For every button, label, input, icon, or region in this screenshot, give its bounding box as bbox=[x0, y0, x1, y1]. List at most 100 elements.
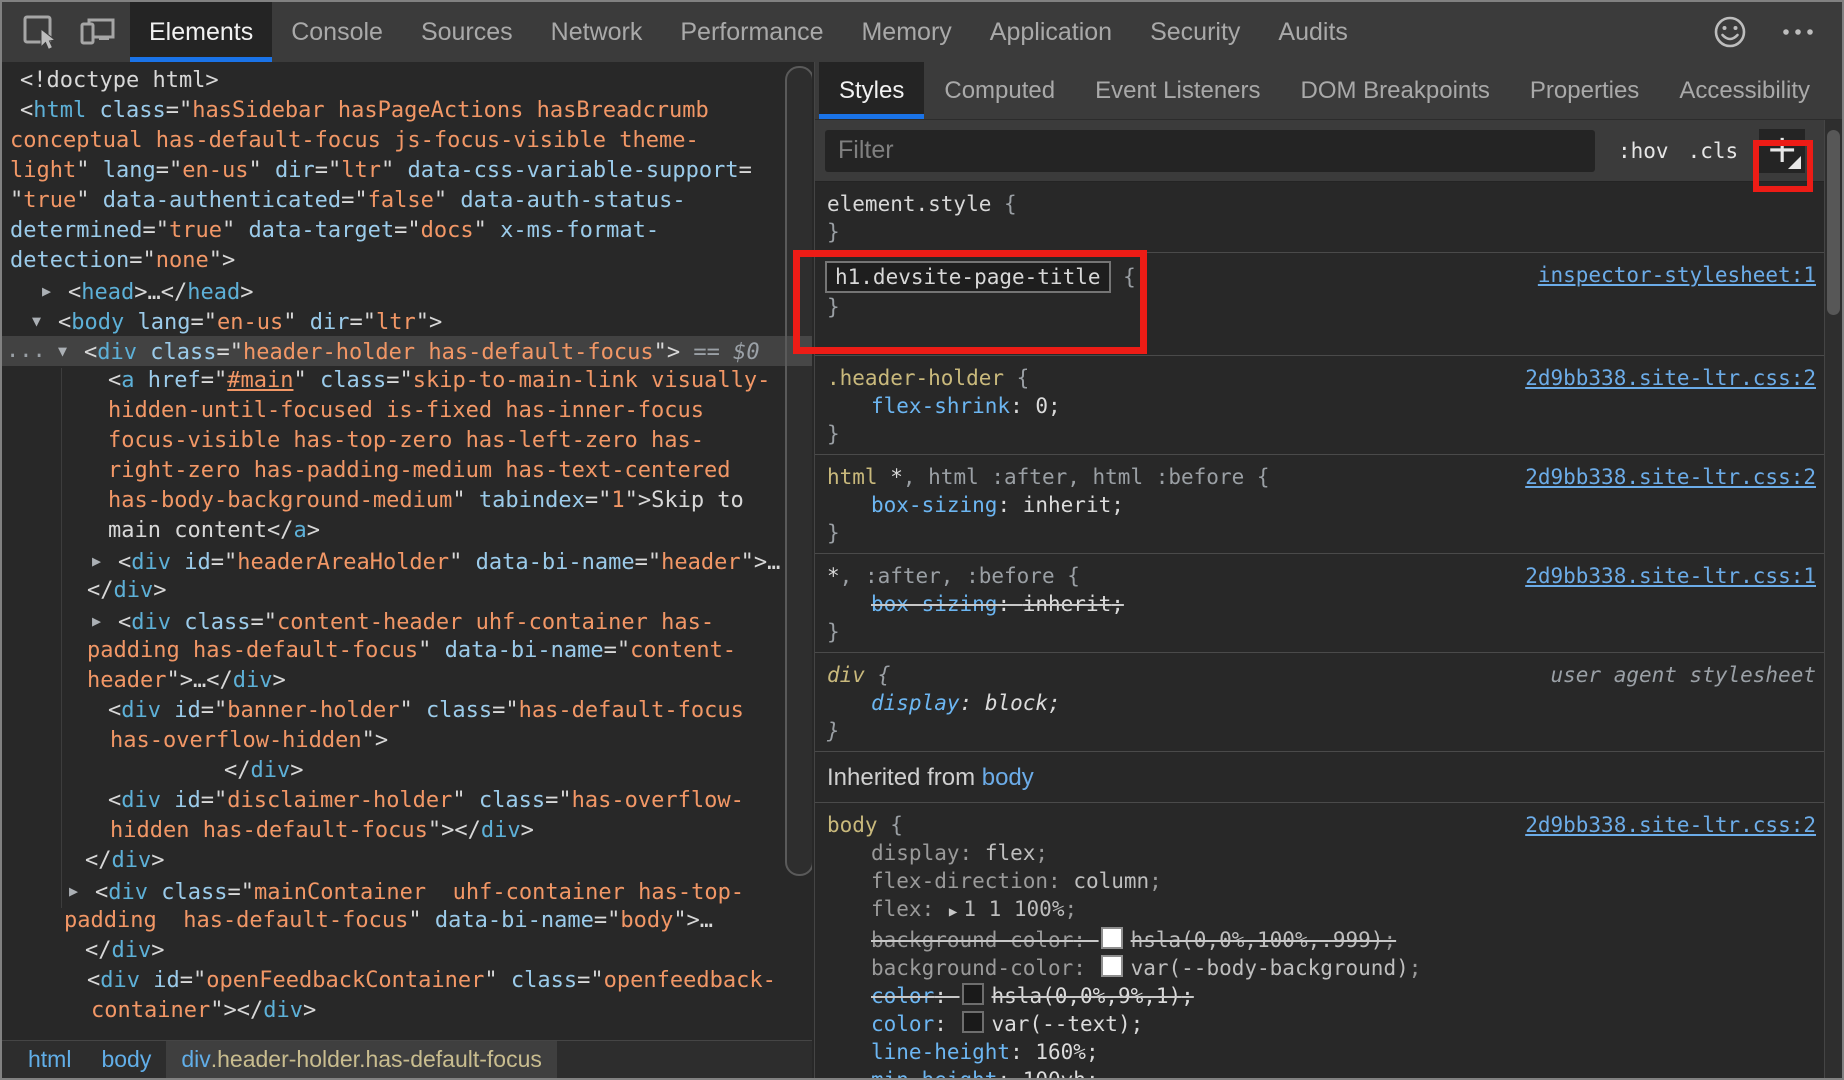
color-swatch[interactable] bbox=[961, 983, 984, 1005]
hidden-elements-marker[interactable]: ... bbox=[6, 336, 46, 366]
styles-tab-accessibility[interactable]: Accessibility bbox=[1659, 62, 1830, 119]
css-property[interactable]: box-sizing: inherit; bbox=[827, 590, 1824, 618]
feedback-smiley-icon[interactable] bbox=[1708, 10, 1752, 54]
dom-tree-line[interactable]: ▶ <div id="headerAreaHolder" data-bi-name… bbox=[2, 546, 812, 576]
div-user-agent-rule: user agent stylesheet div {display: block… bbox=[815, 653, 1824, 752]
dom-tree-line[interactable]: <div id="banner-holder" class="has-defau… bbox=[2, 696, 812, 726]
dom-tree-line[interactable]: hidden has-default-focus"></div> bbox=[2, 816, 812, 846]
inspect-icon[interactable] bbox=[18, 10, 62, 54]
stylesheet-link[interactable]: inspector-stylesheet:1 bbox=[1538, 261, 1816, 289]
breadcrumb-bar: html body div .header-holder.has-default-fo… bbox=[2, 1040, 812, 1078]
selector-edit-box[interactable]: h1.devsite-page-title bbox=[825, 261, 1111, 293]
dom-tree-line[interactable]: main content</a> bbox=[2, 516, 812, 546]
rule-close-brace: } bbox=[827, 719, 840, 743]
dom-tree-line[interactable]: detection="none"> bbox=[2, 246, 812, 276]
tab-sources[interactable]: Sources bbox=[402, 2, 532, 62]
breadcrumb-item[interactable]: body bbox=[86, 1041, 166, 1078]
dom-tree-line[interactable]: hidden-until-focused is-fixed has-inner-… bbox=[2, 396, 812, 426]
css-property[interactable]: color: var(--text); bbox=[827, 1010, 1824, 1038]
rule-close-brace: } bbox=[827, 220, 840, 244]
styles-scrollbar-thumb[interactable] bbox=[1827, 130, 1840, 315]
css-property[interactable]: display: flex; bbox=[827, 839, 1824, 867]
color-swatch[interactable] bbox=[1100, 955, 1123, 977]
rule-selector[interactable]: element.style { bbox=[827, 190, 1824, 218]
dom-tree-line[interactable]: conceptual has-default-focus js-focus-vi… bbox=[2, 126, 812, 156]
stylesheet-link[interactable]: 2d9bb338.site-ltr.css:2 bbox=[1525, 463, 1816, 491]
h1-devsite-page-title-rule: inspector-stylesheet:1 h1.devsite-page-ti… bbox=[815, 253, 1824, 356]
tab-memory[interactable]: Memory bbox=[842, 2, 970, 62]
css-property[interactable]: flex-shrink: 0; bbox=[827, 392, 1824, 420]
dom-tree-line[interactable]: "true" data-authenticated="false" data-a… bbox=[2, 186, 812, 216]
dom-tree-line[interactable]: ▶ <div class="mainContainer uhf-container… bbox=[2, 876, 812, 906]
css-property[interactable]: flex: ▶ 1 1 100%; bbox=[827, 895, 1824, 926]
tab-elements[interactable]: Elements bbox=[130, 2, 273, 62]
styles-tab-properties[interactable]: Properties bbox=[1510, 62, 1659, 119]
device-toolbar-icon[interactable] bbox=[76, 10, 120, 54]
dom-tree-line[interactable]: ▶ <div class="content-header uhf-containe… bbox=[2, 606, 812, 636]
dom-tree-line[interactable]: right-zero has-padding-medium has-text-c… bbox=[2, 456, 812, 486]
dom-tree-line-selected[interactable]: ... ▼ <div class="header-holder has-defaul… bbox=[2, 336, 812, 366]
css-property[interactable]: flex-direction: column; bbox=[827, 867, 1824, 895]
styles-tab-dom-breakpoints[interactable]: DOM Breakpoints bbox=[1281, 62, 1510, 119]
dom-tree-line[interactable]: has-overflow-hidden"> bbox=[2, 726, 812, 756]
tab-audits[interactable]: Audits bbox=[1259, 2, 1366, 62]
css-property[interactable]: display: block; bbox=[827, 689, 1824, 717]
styles-filter-input[interactable]: Filter bbox=[825, 129, 1595, 172]
inherited-from-section: Inherited from body bbox=[815, 752, 1824, 803]
dom-tree-line[interactable]: </div> bbox=[2, 756, 812, 786]
dom-tree-scrollbar-thumb[interactable] bbox=[785, 66, 812, 876]
tab-console[interactable]: Console bbox=[272, 2, 402, 62]
dom-tree-line[interactable]: <html class="hasSidebar hasPageActions h… bbox=[2, 96, 812, 126]
color-swatch[interactable] bbox=[961, 1011, 984, 1033]
stylesheet-link[interactable]: 2d9bb338.site-ltr.css:2 bbox=[1525, 364, 1816, 392]
breadcrumb-item[interactable]: html bbox=[2, 1041, 86, 1078]
toggle-element-state-button[interactable]: :hov bbox=[1618, 139, 1669, 163]
styles-tab-styles[interactable]: Styles bbox=[819, 62, 925, 119]
tab-performance[interactable]: Performance bbox=[661, 2, 842, 62]
dom-tree-line[interactable]: </div> bbox=[2, 846, 812, 876]
tab-network[interactable]: Network bbox=[532, 2, 662, 62]
dom-indent-guide bbox=[61, 368, 62, 908]
stylesheet-link[interactable]: 2d9bb338.site-ltr.css:2 bbox=[1525, 811, 1816, 839]
dom-tree-line[interactable]: light" lang="en-us" dir="ltr" data-css-v… bbox=[2, 156, 812, 186]
styles-scrollbar[interactable] bbox=[1824, 120, 1842, 1078]
styles-tab-computed[interactable]: Computed bbox=[924, 62, 1075, 119]
dom-tree-line[interactable]: ▶ <head>…</head> bbox=[2, 276, 812, 306]
dom-tree-line[interactable]: </div> bbox=[2, 576, 812, 606]
main-tabs: Elements Console Sources Network Performance… bbox=[130, 2, 1367, 62]
dom-tree-line[interactable]: <a href="#main" class="skip-to-main-link… bbox=[2, 366, 812, 396]
inherited-from-link[interactable]: body bbox=[982, 764, 1034, 791]
css-property[interactable]: background-color: hsla(0,0%,100%,.999); bbox=[827, 926, 1824, 954]
color-swatch[interactable] bbox=[1100, 927, 1123, 949]
css-property[interactable]: background-color: var(--body-background)… bbox=[827, 954, 1824, 982]
toolbar-icon-group bbox=[2, 2, 130, 62]
dom-tree-line[interactable]: </div> bbox=[2, 936, 812, 966]
dom-tree-line[interactable]: has-body-background-medium" tabindex="1"… bbox=[2, 486, 812, 516]
css-property[interactable]: box-sizing: inherit; bbox=[827, 491, 1824, 519]
dom-tree-line[interactable]: focus-visible has-top-zero has-left-zero… bbox=[2, 426, 812, 456]
css-property[interactable]: line-height: 160%; bbox=[827, 1038, 1824, 1066]
rule-close-brace: } bbox=[827, 422, 840, 446]
new-style-rule-button[interactable]: + bbox=[1759, 128, 1806, 173]
dom-tree-line[interactable]: container"></div> bbox=[2, 996, 812, 1026]
tab-security[interactable]: Security bbox=[1131, 2, 1259, 62]
dom-tree-line[interactable]: <div id="openFeedbackContainer" class="o… bbox=[2, 966, 812, 996]
css-rules-list: element.style {} inspector-stylesheet:1 h1… bbox=[815, 182, 1824, 1078]
element-style-rule: element.style {} bbox=[815, 182, 1824, 253]
dom-tree-line[interactable]: padding has-default-focus" data-bi-name=… bbox=[2, 906, 812, 936]
more-options-icon[interactable] bbox=[1776, 10, 1820, 54]
breadcrumb-item[interactable]: div .header-holder.has-default-focus bbox=[166, 1041, 557, 1078]
dom-tree-line[interactable]: <div id="disclaimer-holder" class="has-o… bbox=[2, 786, 812, 816]
dom-tree-line[interactable]: <!doctype html> bbox=[2, 66, 812, 96]
dom-tree-line[interactable]: determined="true" data-target="docs" x-m… bbox=[2, 216, 812, 246]
dom-tree-line[interactable]: header">…</div> bbox=[2, 666, 812, 696]
dom-tree-line[interactable]: padding has-default-focus" data-bi-name=… bbox=[2, 636, 812, 666]
toggle-element-classes-button[interactable]: .cls bbox=[1688, 139, 1739, 163]
css-property[interactable]: min-height: 100vh; bbox=[827, 1066, 1824, 1078]
styles-tab-event-listeners[interactable]: Event Listeners bbox=[1075, 62, 1280, 119]
css-property[interactable]: color: hsla(0,0%,9%,1); bbox=[827, 982, 1824, 1010]
tab-application[interactable]: Application bbox=[971, 2, 1131, 62]
stylesheet-link[interactable]: 2d9bb338.site-ltr.css:1 bbox=[1525, 562, 1816, 590]
dom-tree-line[interactable]: ▼ <body lang="en-us" dir="ltr"> bbox=[2, 306, 812, 336]
expand-shorthand-icon[interactable]: ▶ bbox=[949, 904, 957, 920]
